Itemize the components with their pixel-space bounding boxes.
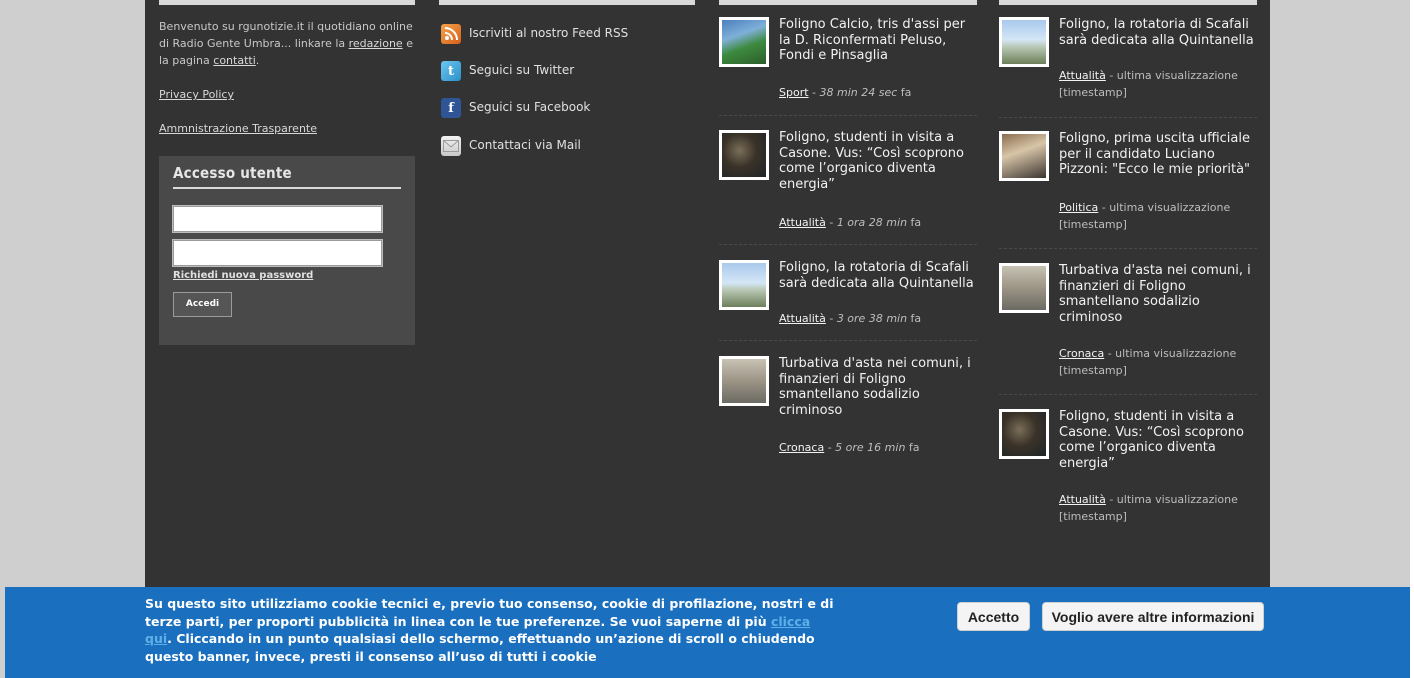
news-meta: Cronaca - 5 ore 16 min fa — [779, 441, 920, 454]
amministrazione-trasparente-link[interactable]: Ammnistrazione Trasparente — [159, 120, 415, 137]
news-meta: Attualità - ultima visualizzazione [time… — [1059, 67, 1257, 101]
news-meta: Sport - 38 min 24 sec fa — [779, 86, 912, 99]
cookie-banner[interactable]: Su questo sito utilizziamo cookie tecnic… — [5, 587, 1410, 678]
facebook-link[interactable]: f Seguici su Facebook — [441, 98, 691, 122]
facebook-label: Seguici su Facebook — [469, 100, 591, 114]
news-thumbnail[interactable] — [999, 131, 1049, 181]
about-column: Benvenuto su rgunotizie.it il quotidiano… — [159, 18, 415, 137]
cookie-message: Su questo sito utilizziamo cookie tecnic… — [145, 595, 835, 665]
news-title[interactable]: Foligno, la rotatoria di Scafali sarà de… — [1059, 17, 1257, 48]
news-category-link[interactable]: Politica — [1059, 201, 1098, 214]
news-category-link[interactable]: Attualità — [779, 312, 826, 325]
cookie-text: Su questo sito utilizziamo cookie tecnic… — [145, 596, 834, 629]
news-thumbnail[interactable] — [999, 263, 1049, 313]
news-thumbnail[interactable] — [719, 17, 769, 67]
about-intro-text: . — [255, 54, 260, 67]
news-time-suffix: fa — [905, 441, 920, 454]
password-input[interactable] — [172, 239, 383, 267]
news-thumbnail[interactable] — [719, 260, 769, 310]
mail-icon — [441, 136, 461, 156]
mail-link[interactable]: Contattaci via Mail — [441, 136, 691, 160]
column-rule — [999, 0, 1257, 5]
rss-label: Iscriviti al nostro Feed RSS — [469, 26, 629, 40]
forgot-password-link[interactable]: Richiedi nuova password — [173, 270, 313, 281]
news-thumbnail[interactable] — [719, 130, 769, 180]
news-time-suffix: fa — [907, 312, 922, 325]
twitter-label: Seguici su Twitter — [469, 63, 575, 77]
news-time: 3 ore 38 min — [836, 312, 908, 325]
divider — [719, 244, 977, 245]
news-thumbnail[interactable] — [999, 409, 1049, 459]
facebook-icon: f — [441, 98, 461, 118]
twitter-icon: t — [441, 61, 461, 81]
redazione-link[interactable]: redazione — [349, 37, 403, 50]
column-rule — [719, 0, 977, 5]
news-category-link[interactable]: Attualità — [1059, 69, 1106, 82]
news-thumbnail[interactable] — [719, 356, 769, 406]
login-title: Accesso utente — [173, 164, 401, 189]
username-input[interactable] — [172, 205, 383, 233]
news-time: 1 ora 28 min — [836, 216, 908, 229]
news-time: 38 min 24 sec — [819, 86, 898, 99]
divider — [999, 394, 1257, 395]
news-category-link[interactable]: Sport — [779, 86, 809, 99]
news-time: 5 ore 16 min — [835, 441, 906, 454]
news-title[interactable]: Foligno, studenti in visita a Casone. Vu… — [1059, 409, 1257, 471]
rss-icon — [441, 24, 461, 44]
news-meta: Attualità - ultima visualizzazione [time… — [1059, 491, 1257, 525]
divider — [999, 117, 1257, 118]
mail-label: Contattaci via Mail — [469, 138, 581, 152]
contatti-link[interactable]: contatti — [213, 54, 256, 67]
column-rule — [439, 0, 695, 5]
news-meta: Cronaca - ultima visualizzazione [timest… — [1059, 345, 1257, 379]
cookie-accept-button[interactable]: Accetto — [957, 602, 1030, 631]
page-edge — [1410, 0, 1414, 678]
news-title[interactable]: Turbativa d'asta nei comuni, i finanzier… — [779, 356, 977, 418]
divider — [719, 115, 977, 116]
divider — [999, 248, 1257, 249]
news-category-link[interactable]: Cronaca — [779, 441, 824, 454]
twitter-link[interactable]: t Seguici su Twitter — [441, 61, 691, 85]
news-title[interactable]: Turbativa d'asta nei comuni, i finanzier… — [1059, 263, 1257, 325]
news-time-suffix: fa — [907, 216, 922, 229]
cookie-text: . Cliccando in un punto qualsiasi dello … — [145, 631, 815, 664]
news-category-link[interactable]: Cronaca — [1059, 347, 1104, 360]
news-title[interactable]: Foligno, la rotatoria di Scafali sarà de… — [779, 260, 977, 291]
news-category-link[interactable]: Attualità — [1059, 493, 1106, 506]
news-title[interactable]: Foligno, prima uscita ufficiale per il c… — [1059, 131, 1257, 178]
news-title[interactable]: Foligno, studenti in visita a Casone. Vu… — [779, 130, 977, 192]
news-time-suffix: fa — [897, 86, 912, 99]
news-meta: Attualità - 1 ora 28 min fa — [779, 216, 922, 229]
login-block: Accesso utente Richiedi nuova password A… — [159, 156, 415, 345]
column-rule — [159, 0, 415, 5]
divider — [719, 340, 977, 341]
rss-link[interactable]: Iscriviti al nostro Feed RSS — [441, 24, 691, 48]
news-meta: Attualità - 3 ore 38 min fa — [779, 312, 922, 325]
news-meta: Politica - ultima visualizzazione [times… — [1059, 199, 1257, 233]
news-thumbnail[interactable] — [999, 17, 1049, 67]
login-submit-button[interactable]: Accedi — [173, 292, 232, 317]
news-title[interactable]: Foligno Calcio, tris d'assi per la D. Ri… — [779, 17, 977, 64]
cookie-info-button[interactable]: Voglio avere altre informazioni — [1042, 602, 1264, 631]
about-intro: Benvenuto su rgunotizie.it il quotidiano… — [159, 18, 415, 69]
news-category-link[interactable]: Attualità — [779, 216, 826, 229]
privacy-policy-link[interactable]: Privacy Policy — [159, 86, 415, 103]
